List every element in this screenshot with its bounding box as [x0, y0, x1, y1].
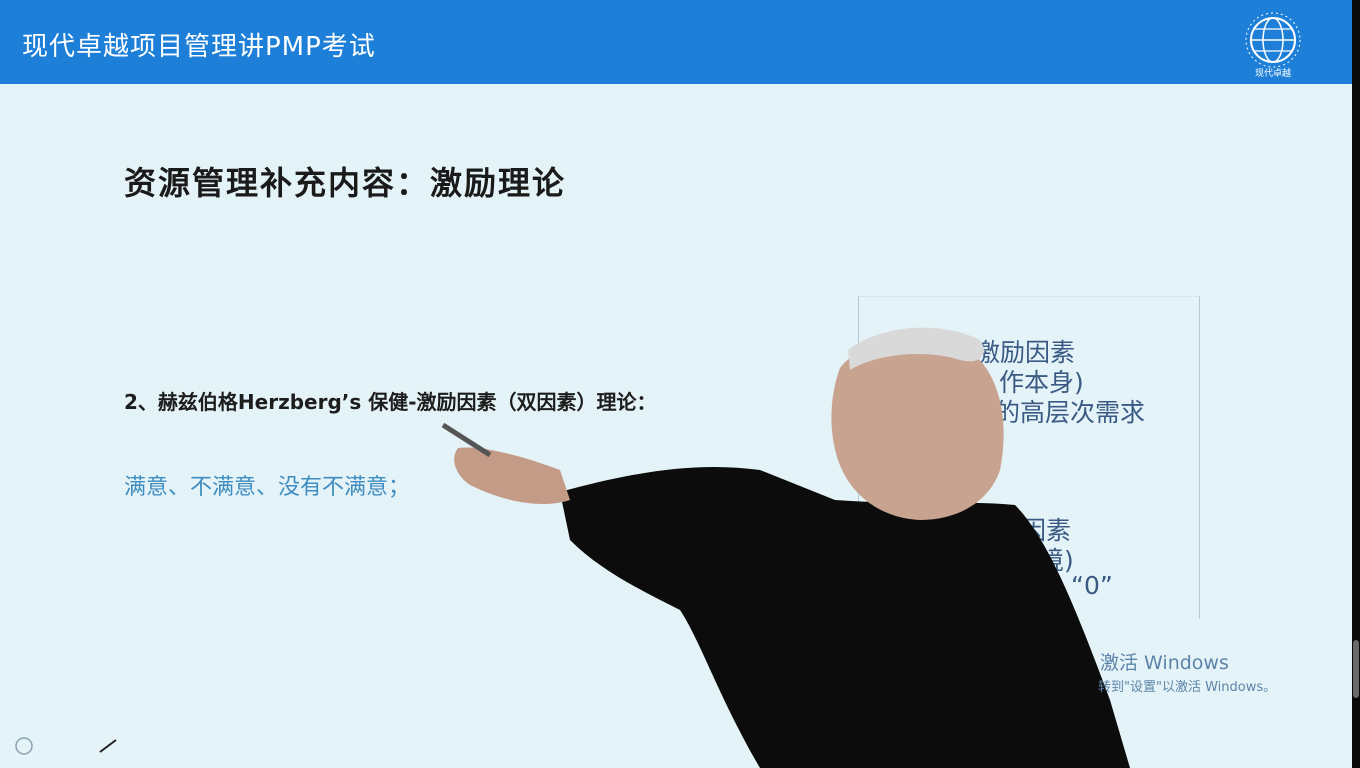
zoom-icon[interactable] [15, 737, 33, 755]
two-factor-box: 激励因素 作本身) 的高层次需求 因素 境) “0” [858, 296, 1200, 619]
satisfaction-text: 满意、不满意、没有不满意； [124, 475, 411, 500]
activate-windows-title: 激活 Windows [1100, 652, 1229, 674]
logo-text: 现代卓越 [1255, 67, 1291, 79]
scrollbar-thumb[interactable] [1353, 640, 1359, 698]
activate-windows-hint[interactable]: 转到"设置"以激活 Windows。 [1098, 676, 1276, 695]
title-bar: 现代卓越项目管理讲PMP考试 现代卓越 [0, 0, 1352, 84]
box-line-environment: 境) [1039, 546, 1074, 575]
box-line-higher-needs: 的高层次需求 [995, 398, 1146, 427]
globe-logo-icon: 现代卓越 [1245, 12, 1301, 79]
pen-icon[interactable] [99, 739, 117, 753]
slide-toolbar [12, 732, 132, 760]
theory-point: 2、赫兹伯格Herzberg’s 保健-激励因素（双因素）理论： [124, 390, 657, 414]
slide-heading: 资源管理补充内容：激励理论 [124, 164, 567, 202]
box-line-zero: “0” [1071, 571, 1113, 600]
slide-canvas: 现代卓越项目管理讲PMP考试 现代卓越 资源管理补充内容：激励理论 2、赫兹伯格… [0, 0, 1352, 768]
channel-title: 现代卓越项目管理讲PMP考试 [22, 32, 376, 62]
